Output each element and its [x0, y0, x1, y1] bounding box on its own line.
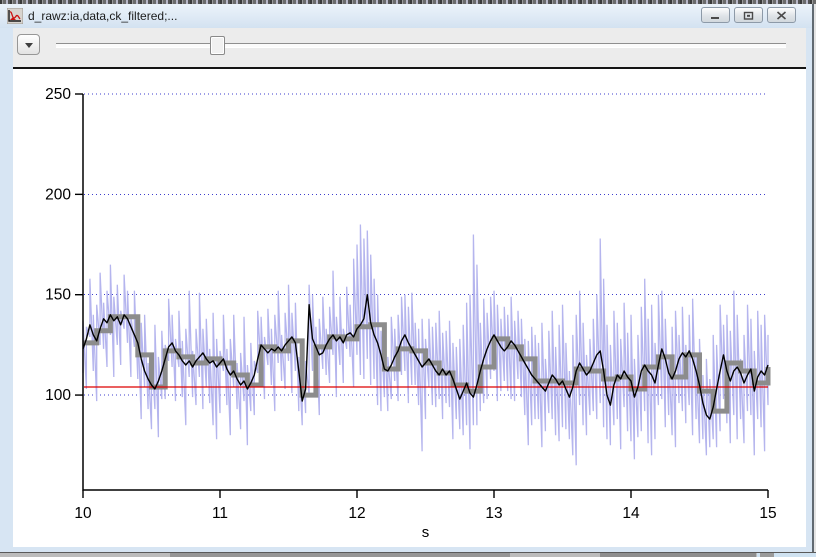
chart-panel: 100 150 200 250 10 11 12 13 14 15 s — [13, 67, 806, 547]
svg-text:250: 250 — [45, 86, 71, 103]
svg-text:150: 150 — [45, 287, 71, 304]
toolbar — [13, 28, 806, 67]
background-scrollbar-strip — [0, 552, 816, 557]
slider-track[interactable] — [56, 43, 786, 48]
svg-text:14: 14 — [622, 505, 640, 522]
position-slider[interactable] — [56, 32, 786, 58]
svg-text:13: 13 — [485, 505, 502, 522]
plot-window: d_rawz:ia,data,ck_filtered;... 100 150 2… — [0, 4, 814, 552]
svg-text:15: 15 — [759, 505, 776, 522]
signal-chart[interactable]: 100 150 200 250 10 11 12 13 14 15 s — [13, 69, 806, 547]
minimize-button[interactable] — [701, 7, 730, 23]
svg-text:12: 12 — [348, 505, 365, 522]
svg-text:s: s — [422, 524, 430, 541]
close-button[interactable] — [767, 7, 796, 23]
svg-text:100: 100 — [45, 387, 71, 404]
slider-thumb[interactable] — [210, 36, 225, 55]
dropdown-button[interactable] — [17, 34, 40, 55]
screenshot-root: d_rawz:ia,data,ck_filtered;... 100 150 2… — [0, 0, 816, 557]
triangle-down-icon — [24, 42, 33, 48]
titlebar[interactable]: d_rawz:ia,data,ck_filtered;... — [0, 4, 812, 28]
svg-text:11: 11 — [212, 505, 228, 522]
window-title: d_rawz:ia,data,ck_filtered;... — [28, 9, 178, 23]
restore-button[interactable] — [734, 7, 763, 23]
background-strip-segment — [760, 553, 774, 557]
svg-text:10: 10 — [74, 505, 92, 522]
background-strip-segment — [170, 553, 510, 557]
background-strip-segment — [600, 553, 756, 557]
window-controls — [701, 7, 796, 23]
curve-plot-icon — [6, 7, 24, 25]
svg-text:200: 200 — [45, 186, 71, 203]
